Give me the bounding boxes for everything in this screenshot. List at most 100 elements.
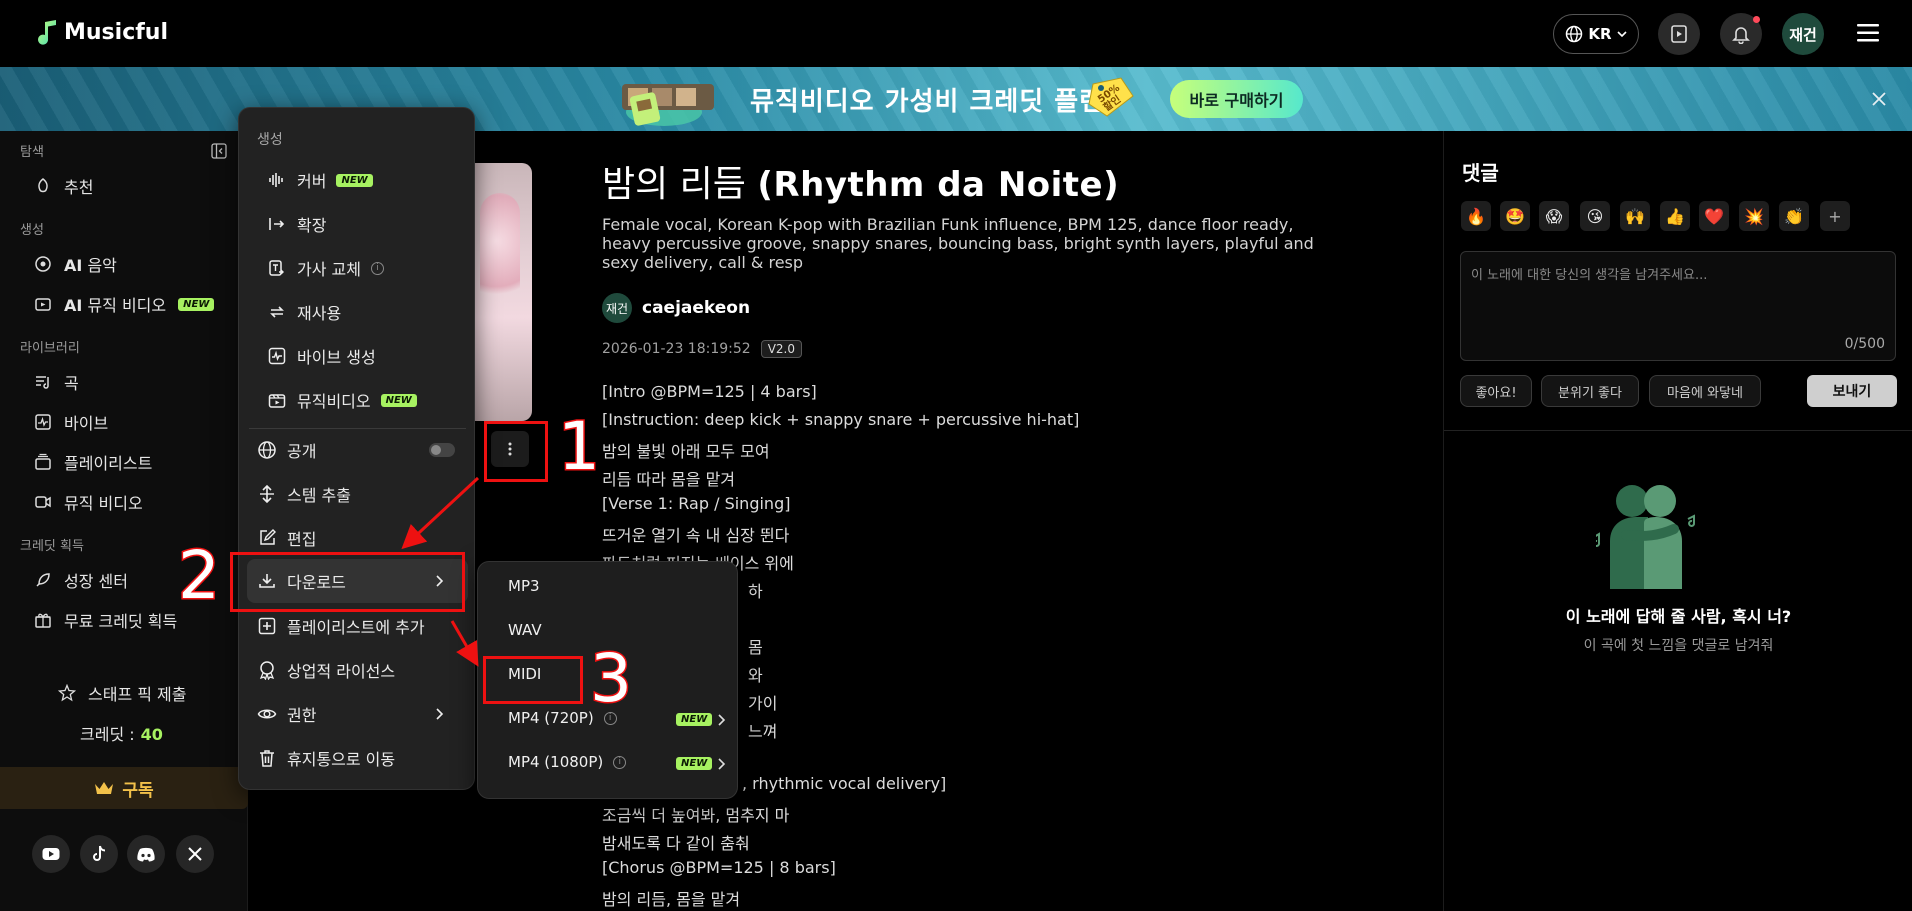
annotation-number-2: 2 <box>177 536 222 616</box>
menu-item-commercial-license[interactable]: 상업적 라이선스 <box>257 657 395 683</box>
emoji-boom[interactable]: 💥 <box>1739 201 1769 231</box>
menu-item-public[interactable]: 공개 <box>257 437 316 463</box>
send-comment-button[interactable]: 보내기 <box>1807 375 1897 407</box>
menu-item-add-to-playlist[interactable]: 플레이리스트에 추가 <box>257 613 425 639</box>
chevron-right-icon <box>718 758 726 770</box>
star-badge-icon <box>58 684 76 702</box>
menu-item-vibe-create[interactable]: 바이브 생성 <box>267 343 376 369</box>
menu-item-music-video[interactable]: 뮤직비디오 NEW <box>267 387 417 413</box>
emoji-more-button[interactable]: + <box>1820 201 1850 231</box>
download-mp3[interactable]: MP3 <box>508 577 540 595</box>
menu-item-edit[interactable]: 편집 <box>257 525 316 551</box>
video-icon <box>35 496 51 508</box>
public-toggle[interactable] <box>429 443 455 457</box>
emoji-raised-hands[interactable]: 🙌 <box>1620 201 1650 231</box>
sidebar-item-recommend[interactable]: 추천 <box>34 173 93 199</box>
discount-tag: 50% 할인 <box>1083 74 1137 120</box>
quick-reply-chip[interactable]: 분위기 좋다 <box>1541 375 1639 407</box>
songs-icon <box>36 376 49 389</box>
video-list-button[interactable] <box>1658 13 1700 55</box>
menu-item-replace-lyrics[interactable]: 가사 교체 i <box>267 255 384 281</box>
new-badge: NEW <box>676 713 713 726</box>
language-selector[interactable]: KR <box>1553 14 1639 54</box>
emoji-heart[interactable]: ❤️ <box>1699 201 1729 231</box>
menu-item-permissions[interactable]: 권한 <box>257 701 316 727</box>
download-wav[interactable]: WAV <box>508 621 542 639</box>
annotation-box-1 <box>484 421 548 482</box>
author-name[interactable]: caejaekeon <box>642 298 750 318</box>
ai-music-icon <box>35 256 51 272</box>
version-badge: V2.0 <box>760 340 802 358</box>
sidebar-item-free-credits[interactable]: 무료 크레딧 획득 <box>34 607 177 633</box>
credit-value: 40 <box>140 725 163 744</box>
quick-reply-chip[interactable]: 좋아요! <box>1460 375 1532 407</box>
youtube-link[interactable] <box>32 835 70 873</box>
notification-dot <box>1753 16 1760 23</box>
menu-item-reuse[interactable]: 재사용 <box>267 299 341 325</box>
sidebar-item-songs[interactable]: 곡 <box>34 369 79 395</box>
license-icon <box>259 661 275 680</box>
quick-reply-chip[interactable]: 마음에 와닿네 <box>1649 375 1761 407</box>
close-icon[interactable] <box>1869 89 1889 109</box>
download-mp4-1080p[interactable]: MP4 (1080P) i <box>508 753 627 771</box>
logo[interactable]: Musicful <box>36 18 168 46</box>
sidebar-item-growth-center[interactable]: 성장 센터 <box>34 567 128 593</box>
youtube-icon <box>42 848 60 860</box>
emoji-thumbs-up[interactable]: 👍 <box>1660 201 1690 231</box>
emoji-scream[interactable]: 😱 <box>1539 201 1569 231</box>
subscribe-button[interactable]: 구독 <box>0 767 248 809</box>
sidebar-collapse-icon[interactable] <box>211 143 227 159</box>
hamburger-menu-icon[interactable] <box>1855 22 1881 44</box>
song-title-en: (Rhythm da Noite) <box>757 165 1120 205</box>
staff-pick-submit[interactable]: 스태프 픽 제출 <box>58 681 187 705</box>
sidebar-item-vibe[interactable]: 바이브 <box>34 409 108 435</box>
sidebar-item-music-video[interactable]: 뮤직 비디오 <box>34 489 143 515</box>
info-icon[interactable]: i <box>613 755 627 769</box>
discord-icon <box>137 847 155 861</box>
video-file-icon <box>1671 25 1687 43</box>
music-note-icon <box>38 20 56 45</box>
emoji-star-eyes[interactable]: 🤩 <box>1500 201 1530 231</box>
ai-music-text: 음악 <box>87 256 117 275</box>
lyrics-replace-icon <box>269 260 284 276</box>
lyric-line-partial: 가이 <box>748 694 778 713</box>
hug-illustration-icon <box>1596 485 1695 589</box>
chevron-right-icon <box>718 714 726 726</box>
sidebar-item-label: AI 뮤직 비디오 <box>64 292 166 316</box>
menu-item-stem-extract[interactable]: 스템 추출 <box>257 481 351 507</box>
extend-icon <box>269 218 285 230</box>
banner-text: 뮤직비디오 가성비 크레딧 플랜 <box>750 87 1105 117</box>
buy-now-button[interactable]: 바로 구매하기 <box>1170 80 1303 118</box>
lyric-line-partial: 몸 <box>748 638 763 657</box>
sidebar-item-label: 성장 센터 <box>64 572 128 591</box>
annotation-box-2 <box>230 552 465 612</box>
comments-panel: 댓글 🔥 🤩 😱 😘 🙌 👍 ❤️ 💥 👏 + 이 노래에 대한 당신의 생각을… <box>1443 131 1912 911</box>
ai-video-icon <box>35 298 51 311</box>
info-icon[interactable]: i <box>370 261 384 275</box>
menu-item-move-to-trash[interactable]: 휴지통으로 이동 <box>257 745 395 771</box>
menu-item-label: 바이브 생성 <box>297 348 376 367</box>
menu-item-extend[interactable]: 확장 <box>267 211 326 237</box>
comment-placeholder: 이 노래에 대한 당신의 생각을 남겨주세요... <box>1471 268 1708 283</box>
reuse-icon <box>270 306 284 318</box>
sidebar-item-label: AI 음악 <box>64 252 117 276</box>
sidebar-item-ai-video[interactable]: AI 뮤직 비디오 NEW <box>34 291 215 317</box>
menu-item-label: 휴지통으로 이동 <box>287 750 396 769</box>
new-badge: NEW <box>336 173 373 187</box>
x-link[interactable] <box>176 835 214 873</box>
emoji-clap[interactable]: 👏 <box>1779 201 1809 231</box>
sidebar-item-ai-music[interactable]: AI 음악 <box>34 251 117 277</box>
tiktok-link[interactable] <box>80 835 118 873</box>
lyric-line: [Chorus @BPM=125 | 8 bars] <box>602 858 836 877</box>
emoji-fire[interactable]: 🔥 <box>1461 201 1491 231</box>
comment-input[interactable]: 이 노래에 대한 당신의 생각을 남겨주세요... 0/500 <box>1460 251 1896 361</box>
emoji-kiss[interactable]: 😘 <box>1580 201 1610 231</box>
song-title-ko: 밤의 리듬 <box>602 164 746 205</box>
sidebar-item-playlist[interactable]: 플레이리스트 <box>34 449 152 475</box>
author-row[interactable]: 재건 caejaekeon <box>602 293 750 323</box>
ai-prefix: AI <box>64 296 83 315</box>
user-avatar[interactable]: 재건 <box>1782 13 1824 55</box>
discord-link[interactable] <box>127 835 165 873</box>
menu-item-cover[interactable]: 커버 NEW <box>267 167 373 193</box>
menu-item-label: 커버 <box>297 172 327 191</box>
